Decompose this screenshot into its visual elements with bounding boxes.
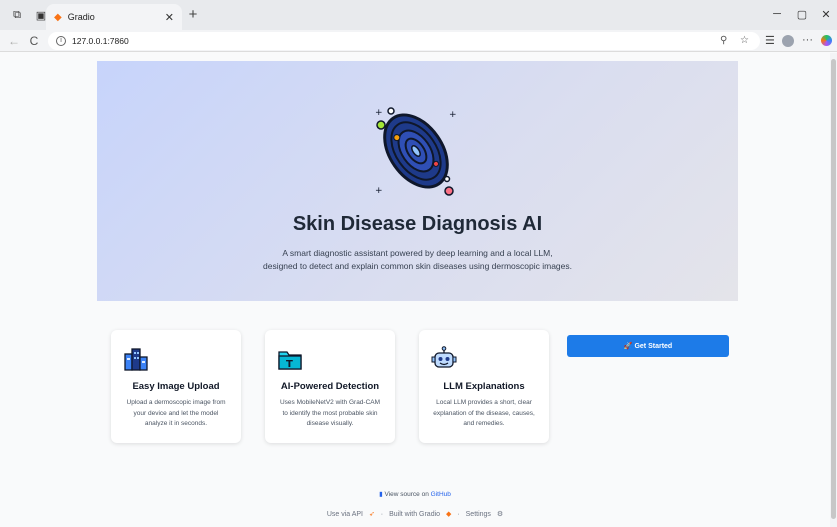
card-desc-line: disease visually. (306, 420, 354, 427)
window-close-button[interactable]: ✕ (819, 8, 833, 21)
view-source-line: ▮ View source on GitHub (0, 490, 830, 498)
card-desc-line: analyze it in seconds. (144, 420, 208, 427)
hero-subtitle-line1: A smart diagnostic assistant powered by … (282, 248, 553, 258)
scrollbar-thumb[interactable] (831, 59, 836, 519)
card-desc-line: Upload a dermoscopic image from (126, 399, 226, 406)
hero-subtitle: A smart diagnostic assistant powered by … (197, 247, 638, 273)
footer-separator: · (457, 511, 460, 518)
get-started-button[interactable]: 🚀 Get Started (567, 335, 729, 357)
footer-separator: · (380, 511, 384, 518)
tab-title: Gradio (67, 12, 95, 22)
folder-text-icon: T (278, 351, 302, 370)
url-field[interactable]: i 127.0.0.1:7860 ⚲ ☆ (48, 32, 760, 50)
robot-icon (431, 346, 457, 368)
buildings-icon (124, 348, 148, 371)
petri-dish-logo-icon: + + + (375, 107, 457, 196)
back-button[interactable]: ← (6, 33, 22, 49)
workspaces-icon[interactable]: ⧉ (6, 4, 28, 26)
gradio-footer: Use via API ➶ · Built with Gradio ◆ · Se… (0, 510, 830, 518)
view-source-text: View source on (384, 491, 429, 498)
rocket-icon: ➶ (368, 511, 375, 518)
favorite-star-icon[interactable]: ☆ (740, 35, 749, 46)
card-description: Uses MobileNetV2 with Grad-CAM to identi… (275, 398, 385, 430)
url-text: 127.0.0.1:7860 (72, 36, 129, 46)
zoom-icon[interactable]: ⚲ (720, 35, 727, 46)
svg-text:T: T (286, 359, 293, 370)
card-description: Local LLM provides a short, clear explan… (429, 398, 539, 430)
card-desc-line: Uses MobileNetV2 with Grad-CAM (279, 399, 381, 406)
svg-text:+: + (449, 110, 457, 120)
hero-subtitle-line2: designed to detect and explain common sk… (262, 261, 572, 271)
site-info-icon[interactable]: i (56, 36, 66, 46)
use-via-api-link[interactable]: Use via API (327, 511, 363, 518)
new-tab-button[interactable]: + (184, 6, 202, 24)
profile-avatar[interactable] (782, 35, 794, 47)
card-title: LLM Explanations (443, 381, 525, 392)
copilot-icon[interactable] (821, 35, 832, 46)
card-desc-line: your device and let the model (133, 409, 219, 417)
feature-card-detection: T AI-Powered Detection Uses MobileNetV2 … (265, 330, 395, 443)
card-desc-line: to identify the most probable skin (282, 409, 378, 417)
browser-address-bar: ← C i 127.0.0.1:7860 ⚲ ☆ ☰ ··· (0, 30, 837, 52)
reload-button[interactable]: C (26, 33, 42, 49)
page-scrollbar[interactable] (830, 53, 837, 527)
browser-tab-bar: ⧉ ▣ ◆ Gradio ✕ + ─ ▢ ✕ (0, 0, 837, 30)
card-desc-line: Local LLM provides a short, clear (436, 399, 532, 406)
tab-close-icon[interactable]: ✕ (165, 11, 174, 24)
card-desc-line: and remedies. (463, 420, 505, 427)
favorites-icon[interactable]: ☰ (765, 34, 775, 47)
gradio-favicon-icon: ◆ (54, 11, 62, 23)
browser-tab-gradio[interactable]: ◆ Gradio ✕ (46, 4, 182, 30)
svg-text:+: + (375, 186, 383, 196)
card-description: Upload a dermoscopic image from your dev… (121, 398, 231, 430)
settings-link[interactable]: Settings (466, 511, 491, 518)
github-link[interactable]: GitHub (431, 491, 451, 498)
gear-icon: ⚙ (496, 511, 504, 518)
restore-button[interactable]: ▢ (795, 8, 809, 21)
book-icon: ▮ (379, 491, 383, 498)
feature-card-llm: LLM Explanations Local LLM provides a sh… (419, 330, 549, 443)
hero-title: Skin Disease Diagnosis AI (292, 213, 543, 235)
minimize-button[interactable]: ─ (770, 8, 784, 20)
card-title: Easy Image Upload (132, 381, 220, 392)
hero-banner: + + + Skin Disease Diagnosis AI A smart … (97, 61, 738, 301)
svg-text:+: + (375, 108, 383, 118)
more-menu-icon[interactable]: ··· (802, 34, 813, 46)
page-content: + + + Skin Disease Diagnosis AI A smart … (0, 53, 830, 527)
card-title: AI-Powered Detection (280, 381, 380, 392)
feature-card-upload: Easy Image Upload Upload a dermoscopic i… (111, 330, 241, 443)
gradio-logo-icon: ◆ (446, 511, 452, 518)
built-with-gradio-link[interactable]: Built with Gradio (389, 511, 440, 518)
card-desc-line: explanation of the disease, causes, (433, 409, 535, 417)
